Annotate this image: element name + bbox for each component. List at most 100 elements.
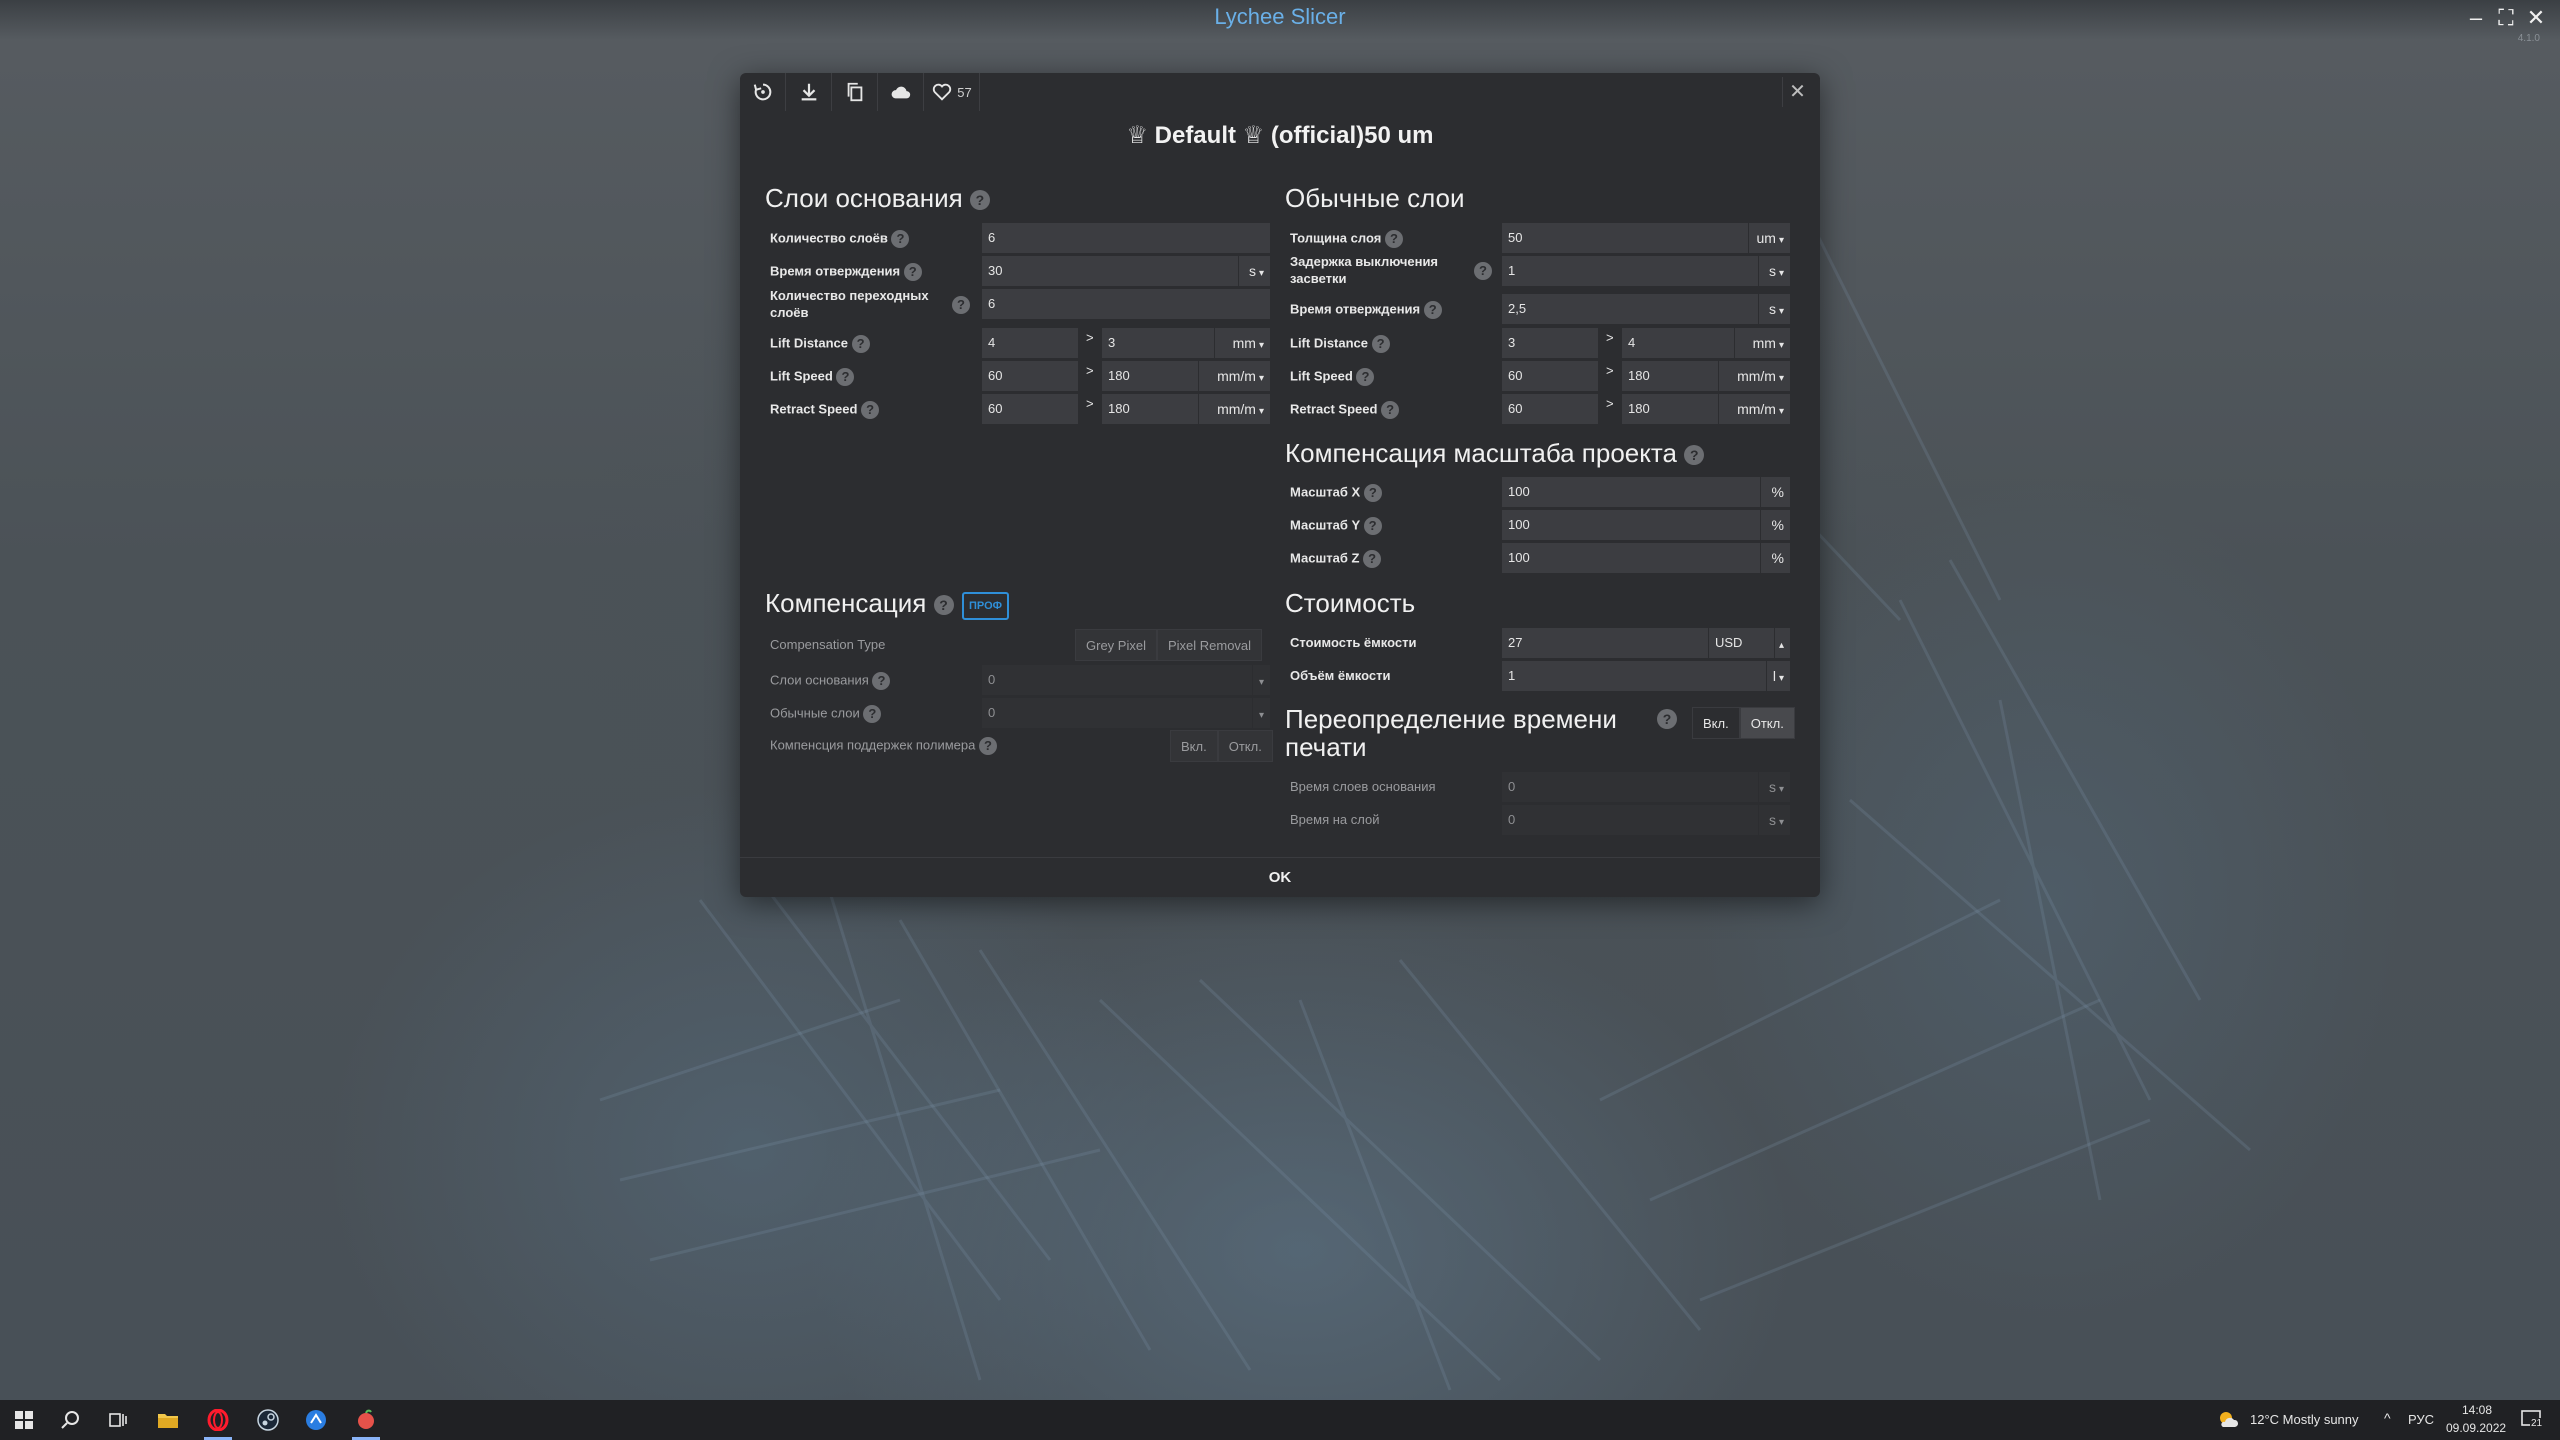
- normal-retract-speed-1-input[interactable]: 60: [1502, 394, 1598, 424]
- bottle-cost-input[interactable]: 27: [1502, 628, 1708, 658]
- help-icon[interactable]: ?: [891, 230, 910, 248]
- normal-cure-time-label: Время отверждения ?: [1290, 301, 1442, 319]
- comp-normal-layers-spinner[interactable]: ▾: [1252, 698, 1270, 728]
- base-layer-count-input[interactable]: 6: [982, 223, 1270, 253]
- base-lift-distance-unit-select[interactable]: mm ▾: [1214, 328, 1270, 358]
- help-icon[interactable]: ?: [903, 263, 922, 281]
- scale-z-input[interactable]: 100: [1502, 543, 1760, 573]
- normal-lift-speed-unit-select[interactable]: mm/m ▾: [1718, 361, 1790, 391]
- bottle-volume-input[interactable]: 1: [1502, 661, 1766, 691]
- normal-retract-speed-2-input[interactable]: 180: [1622, 394, 1718, 424]
- print-time-off-option[interactable]: Откл.: [1739, 707, 1795, 739]
- currency-caret[interactable]: ▴: [1774, 628, 1790, 658]
- help-icon[interactable]: ?: [1384, 230, 1403, 248]
- base-cure-time-unit-select[interactable]: s ▾: [1238, 256, 1270, 286]
- base-lift-speed-unit-select[interactable]: mm/m ▾: [1198, 361, 1270, 391]
- base-transition-layers-input[interactable]: 6: [982, 289, 1270, 319]
- reset-button[interactable]: [740, 73, 786, 111]
- app-blue-button[interactable]: [302, 1406, 330, 1434]
- comp-support-off-option[interactable]: Откл.: [1217, 730, 1273, 762]
- help-icon[interactable]: ?: [872, 672, 891, 690]
- steam-icon: [257, 1409, 279, 1431]
- help-icon[interactable]: ?: [836, 368, 855, 386]
- file-explorer-button[interactable]: [154, 1406, 182, 1434]
- help-icon[interactable]: ?: [1363, 484, 1382, 502]
- scale-y-input[interactable]: 100: [1502, 510, 1760, 540]
- close-dialog-button[interactable]: ✕: [1782, 77, 1812, 107]
- base-layer-time-unit-select[interactable]: s ▾: [1758, 772, 1790, 802]
- grey-pixel-option[interactable]: Grey Pixel: [1075, 629, 1157, 661]
- normal-lift-distance-1-input[interactable]: 3: [1502, 328, 1598, 358]
- help-icon[interactable]: ?: [851, 335, 870, 353]
- help-icon[interactable]: ?: [1363, 550, 1382, 568]
- base-layer-time-input[interactable]: 0: [1502, 772, 1758, 802]
- scale-x-input[interactable]: 100: [1502, 477, 1760, 507]
- clock-time[interactable]: 14:08: [2462, 1403, 2492, 1417]
- normal-lift-distance-unit-select[interactable]: mm ▾: [1734, 328, 1790, 358]
- like-button[interactable]: 57: [924, 73, 980, 111]
- light-off-delay-unit-select[interactable]: s ▾: [1758, 256, 1790, 286]
- help-icon[interactable]: ?: [933, 595, 954, 616]
- layer-height-unit-select[interactable]: um ▾: [1748, 223, 1790, 253]
- comp-normal-layers-input[interactable]: 0: [982, 698, 1252, 728]
- help-icon[interactable]: ?: [1356, 368, 1375, 386]
- duplicate-button[interactable]: [832, 73, 878, 111]
- normal-retract-speed-unit-select[interactable]: mm/m ▾: [1718, 394, 1790, 424]
- opera-button[interactable]: [204, 1406, 232, 1440]
- pixel-removal-option[interactable]: Pixel Removal: [1156, 629, 1263, 661]
- currency-select[interactable]: USD: [1708, 628, 1774, 658]
- base-retract-speed-1-input[interactable]: 60: [982, 394, 1078, 424]
- task-view-button[interactable]: [104, 1406, 132, 1434]
- help-icon[interactable]: ?: [952, 296, 970, 314]
- download-button[interactable]: [786, 73, 832, 111]
- language-indicator[interactable]: РУС: [2408, 1412, 2434, 1427]
- base-retract-speed-unit-select[interactable]: mm/m ▾: [1198, 394, 1270, 424]
- tray-overflow-chevron-icon[interactable]: ^: [2384, 1410, 2391, 1426]
- help-icon[interactable]: ?: [861, 401, 880, 419]
- help-icon[interactable]: ?: [1657, 709, 1677, 729]
- base-lift-distance-2-input[interactable]: 3: [1102, 328, 1214, 358]
- clock-date[interactable]: 09.09.2022: [2446, 1421, 2506, 1435]
- help-icon[interactable]: ?: [978, 737, 997, 755]
- comp-base-layers-input[interactable]: 0: [982, 665, 1252, 695]
- base-lift-speed-1-input[interactable]: 60: [982, 361, 1078, 391]
- comp-support-toggle: Вкл. Откл.: [1170, 730, 1273, 762]
- cloud-button[interactable]: [878, 73, 924, 111]
- normal-cure-time-unit-select[interactable]: s ▾: [1758, 294, 1790, 324]
- normal-lift-speed-1-input[interactable]: 60: [1502, 361, 1598, 391]
- layer-time-unit-select[interactable]: s ▾: [1758, 805, 1790, 835]
- normal-cure-time-input[interactable]: 2,5: [1502, 294, 1758, 324]
- layer-height-input[interactable]: 50: [1502, 223, 1748, 253]
- base-lift-distance-1-input[interactable]: 4: [982, 328, 1078, 358]
- normal-lift-distance-2-input[interactable]: 4: [1622, 328, 1734, 358]
- steam-button[interactable]: [254, 1406, 282, 1434]
- comp-base-layers-spinner[interactable]: ▾: [1252, 665, 1270, 695]
- comp-support-on-option[interactable]: Вкл.: [1170, 730, 1218, 762]
- search-button[interactable]: [56, 1406, 84, 1434]
- ok-button[interactable]: OK: [740, 857, 1820, 897]
- help-icon[interactable]: ?: [1474, 262, 1492, 280]
- base-lift-speed-2-input[interactable]: 180: [1102, 361, 1198, 391]
- lychee-slicer-button[interactable]: [352, 1406, 380, 1440]
- base-cure-time-input[interactable]: 30: [982, 256, 1238, 286]
- help-icon[interactable]: ?: [1684, 445, 1705, 466]
- light-off-delay-input[interactable]: 1: [1502, 256, 1758, 286]
- base-retract-speed-2-input[interactable]: 180: [1102, 394, 1198, 424]
- weather-text[interactable]: 12°C Mostly sunny: [2250, 1412, 2359, 1427]
- help-icon[interactable]: ?: [1363, 517, 1382, 535]
- help-icon[interactable]: ?: [1371, 335, 1390, 353]
- help-icon[interactable]: ?: [1423, 301, 1442, 319]
- weather-button[interactable]: [2214, 1406, 2242, 1434]
- help-icon[interactable]: ?: [863, 705, 882, 723]
- volume-unit-select[interactable]: l ▾: [1766, 661, 1790, 691]
- start-button[interactable]: [10, 1406, 38, 1434]
- layer-time-input[interactable]: 0: [1502, 805, 1758, 835]
- minimize-button[interactable]: –: [2462, 4, 2490, 32]
- maximize-button[interactable]: ⛶: [2492, 4, 2520, 32]
- notifications-button[interactable]: 21: [2518, 1406, 2546, 1434]
- close-window-button[interactable]: ✕: [2522, 4, 2550, 32]
- print-time-on-option[interactable]: Вкл.: [1692, 707, 1740, 739]
- normal-lift-speed-2-input[interactable]: 180: [1622, 361, 1718, 391]
- help-icon[interactable]: ?: [1381, 401, 1400, 419]
- help-icon[interactable]: ?: [969, 190, 990, 211]
